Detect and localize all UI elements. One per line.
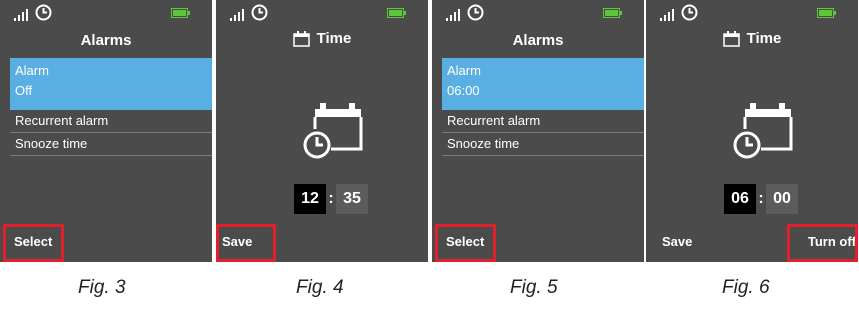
clock-icon	[467, 4, 484, 21]
phone-screen-time-turnoff: Time 06 : 00 Save Turn off	[646, 0, 858, 262]
hours-field[interactable]: 06	[724, 184, 756, 214]
menu-item-label: Recurrent alarm	[447, 113, 541, 128]
menu-item-label: Snooze time	[15, 136, 88, 151]
menu-item-label: Alarm	[15, 63, 49, 78]
phone-screen-alarms-set: Alarms Alarm 06:00 Recurrent alarm Snooz…	[432, 0, 644, 262]
figure-caption: Fig. 6	[722, 277, 770, 298]
menu-item-alarm[interactable]: Alarm 06:00	[442, 58, 644, 110]
menu-item-recurrent-alarm[interactable]: Recurrent alarm	[442, 110, 644, 133]
menu-item-snooze-time[interactable]: Snooze time	[442, 133, 644, 156]
battery-icon	[387, 8, 406, 18]
phone-screen-time-set: Time 12 : 35 Save	[216, 0, 428, 262]
screen-title: Time	[316, 30, 352, 47]
time-separator: :	[758, 190, 764, 207]
screen-title: Alarms	[80, 32, 132, 49]
menu-item-label: Recurrent alarm	[15, 113, 109, 128]
battery-icon	[171, 8, 190, 18]
highlight-box	[787, 224, 858, 262]
calendar-clock-icon	[733, 103, 793, 159]
signal-icon	[660, 9, 674, 21]
clock-icon	[35, 4, 52, 21]
clock-icon	[681, 4, 698, 21]
screen-title: Alarms	[512, 32, 564, 49]
figure-caption: Fig. 3	[78, 277, 126, 298]
figure-caption: Fig. 5	[510, 277, 558, 298]
battery-icon	[817, 8, 836, 18]
phone-screen-alarms-off: Alarms Alarm Off Recurrent alarm Snooze …	[0, 0, 212, 262]
menu-item-snooze-time[interactable]: Snooze time	[10, 133, 212, 156]
minutes-field[interactable]: 00	[766, 184, 798, 214]
menu-item-value: 06:00	[447, 83, 480, 98]
menu-item-value: Off	[15, 83, 33, 98]
status-bar	[216, 0, 428, 26]
highlight-box	[3, 224, 64, 262]
signal-icon	[230, 9, 244, 21]
menu-item-recurrent-alarm[interactable]: Recurrent alarm	[10, 110, 212, 133]
status-bar	[646, 0, 858, 26]
softkey-save[interactable]: Save	[662, 234, 692, 249]
time-separator: :	[328, 190, 334, 207]
figure-caption: Fig. 4	[296, 277, 344, 298]
clock-icon	[251, 4, 268, 21]
screen-title: Time	[746, 30, 782, 47]
calendar-clock-icon	[303, 103, 363, 159]
highlight-box	[435, 224, 496, 262]
status-bar	[0, 0, 212, 26]
calendar-icon	[722, 31, 740, 47]
hours-field[interactable]: 12	[294, 184, 326, 214]
highlight-box	[216, 224, 276, 262]
calendar-icon	[292, 31, 310, 47]
menu-item-label: Snooze time	[447, 136, 520, 151]
menu-item-label: Alarm	[447, 63, 481, 78]
battery-icon	[603, 8, 622, 18]
minutes-field[interactable]: 35	[336, 184, 368, 214]
signal-icon	[14, 9, 28, 21]
signal-icon	[446, 9, 460, 21]
screen-title-row: Time	[216, 30, 428, 47]
status-bar	[432, 0, 644, 26]
menu-item-alarm[interactable]: Alarm Off	[10, 58, 212, 110]
screen-title-row: Time	[646, 30, 858, 47]
